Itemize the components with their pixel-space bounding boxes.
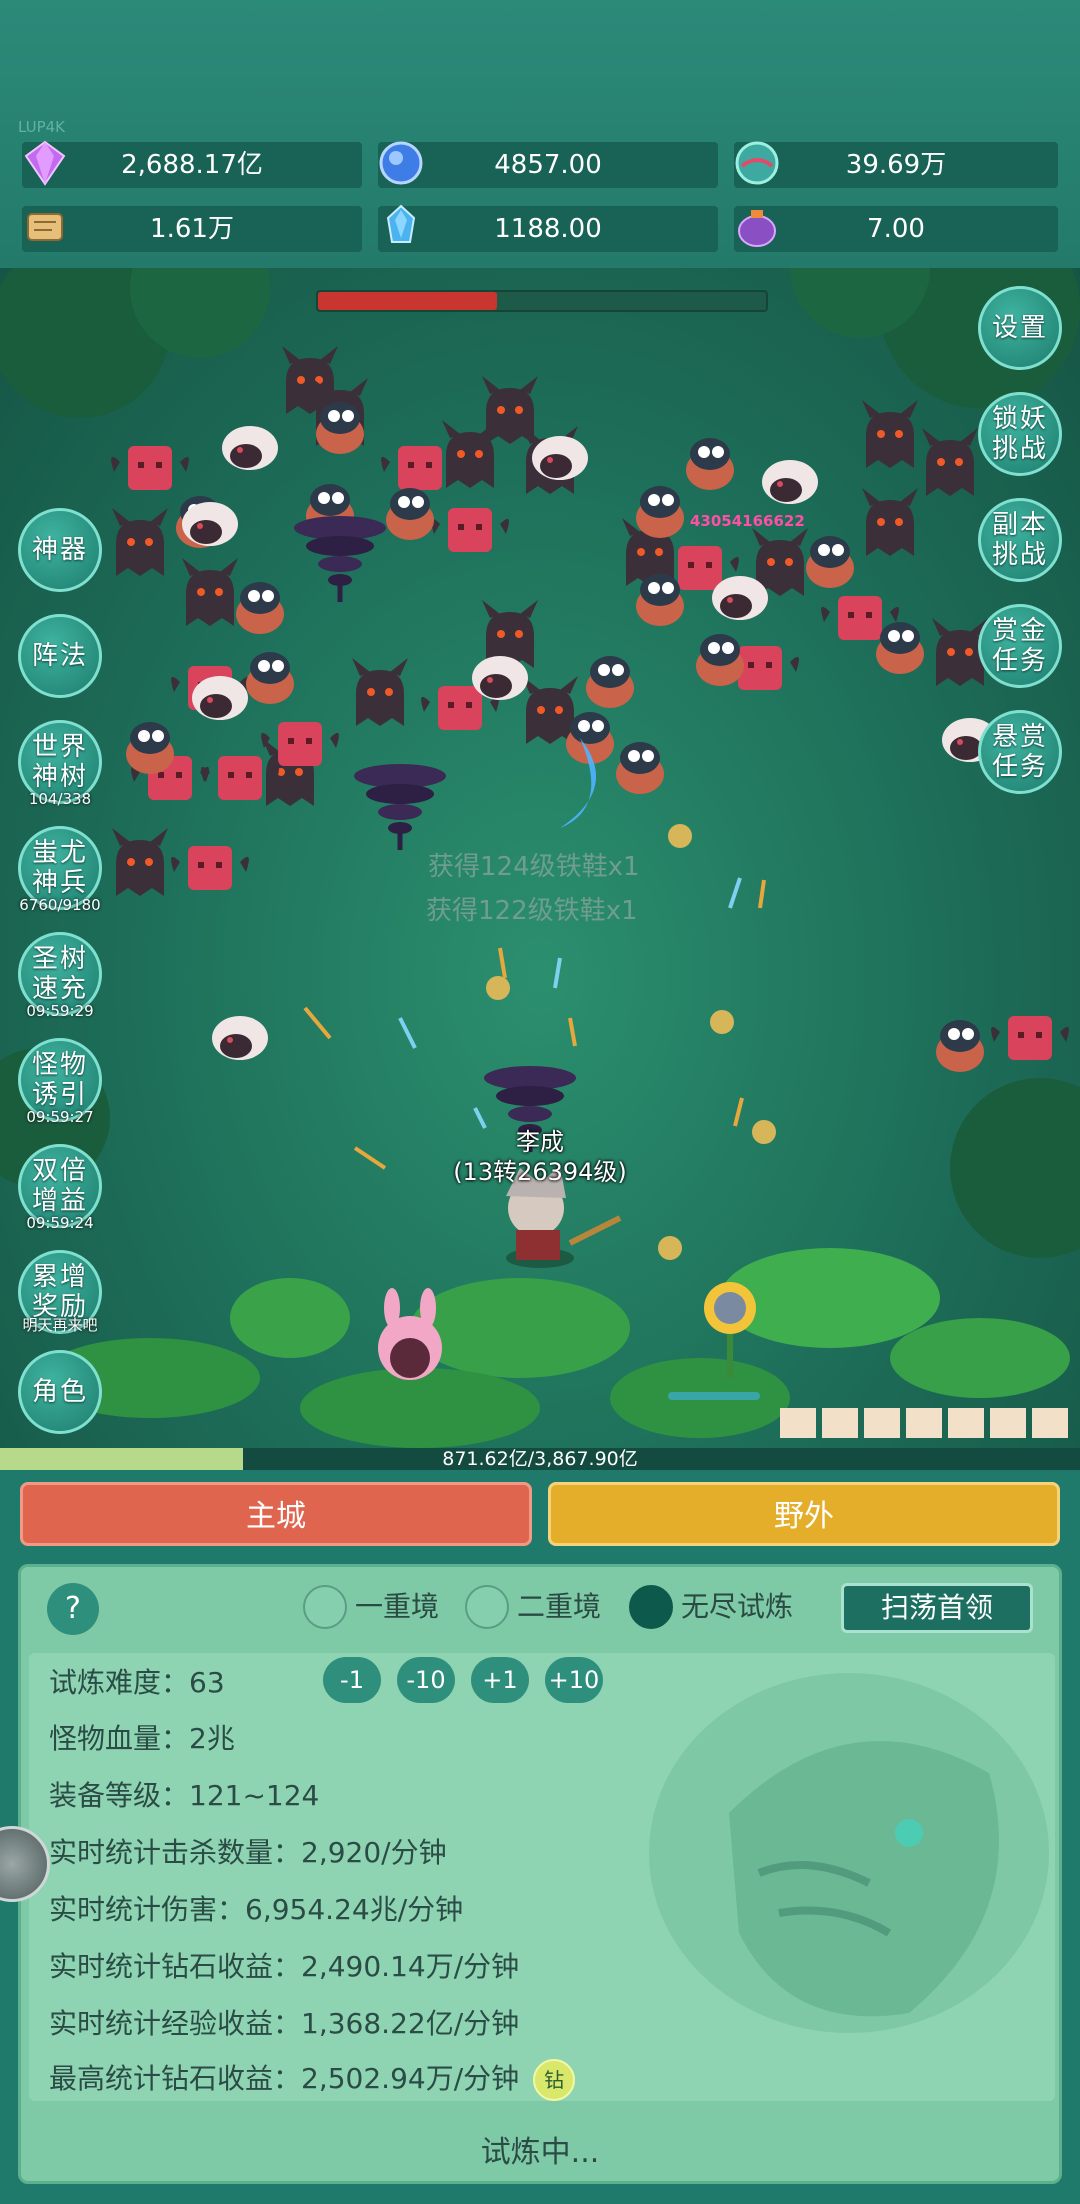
- help-button[interactable]: ?: [47, 1583, 99, 1635]
- formation-button[interactable]: 阵法: [18, 614, 102, 698]
- trial-status: 试炼中...: [480, 2135, 600, 2170]
- monster-lure-timer: 09:59:27: [26, 1108, 94, 1126]
- stat-label: 实时统计钻石收益：: [49, 1950, 302, 1983]
- dungeon-challenge-label: 副本挑战: [991, 510, 1048, 570]
- reward-task-button[interactable]: 悬赏任务: [978, 710, 1062, 794]
- difficulty-plus-10-button[interactable]: +10: [545, 1657, 603, 1703]
- watermark-tag: LUP4K: [18, 118, 66, 136]
- player-level: (13转26394级): [453, 1158, 627, 1186]
- stat-row: 装备等级：121~124: [49, 1774, 319, 1814]
- stats-area: 试炼难度：63 -1 -10 +1 +10 怪物血量：2兆 装备等级：121~1…: [29, 1653, 1055, 2101]
- world-tree-progress: 104/338: [28, 790, 92, 808]
- settings-button[interactable]: 设置: [978, 286, 1062, 370]
- stat-row: 怪物血量：2兆: [49, 1717, 235, 1757]
- resource-green-orb: 39.69万: [734, 141, 1058, 188]
- resource-value: 2,688.17亿: [121, 150, 263, 180]
- difficulty-value: 63: [189, 1666, 225, 1699]
- double-buff-label: 双倍增益: [31, 1156, 88, 1216]
- stat-value: 2,920/分钟: [301, 1836, 447, 1869]
- resource-value: 1.61万: [150, 214, 234, 244]
- sweep-boss-button[interactable]: 扫荡首领: [841, 1583, 1033, 1633]
- stat-value: 2,502.94万/分钟: [301, 2062, 520, 2095]
- mode-label: 二重境: [517, 1590, 602, 1623]
- stat-value: 2兆: [189, 1722, 235, 1755]
- experience-text: 871.62亿/3,867.90亿: [442, 1448, 638, 1470]
- stat-row: 实时统计击杀数量：2,920/分钟: [49, 1831, 447, 1871]
- stat-value: 1,368.22亿/分钟: [301, 2007, 520, 2040]
- stat-row: 实时统计伤害：6,954.24兆/分钟: [49, 1888, 463, 1928]
- difficulty-minus-10-button[interactable]: -10: [397, 1657, 455, 1703]
- loot-message: 获得124级铁鞋x1: [428, 852, 640, 882]
- resource-blue-crystal: 4857.00: [378, 141, 718, 188]
- resource-value: 39.69万: [845, 150, 947, 180]
- pet-bunny: [378, 1288, 442, 1380]
- stat-row: 最高统计钻石收益：2,502.94万/分钟钻: [49, 2057, 576, 2101]
- tree-recharge-timer: 09:59:29: [26, 1002, 94, 1020]
- world-tree-label: 世界神树: [31, 732, 88, 792]
- wild-button[interactable]: 野外: [548, 1482, 1060, 1546]
- resource-value: 7.00: [867, 214, 925, 244]
- bounty-task-button[interactable]: 赏金任务: [978, 604, 1062, 688]
- stat-label: 装备等级：: [49, 1779, 190, 1812]
- battle-field: 43054166622 获得124级铁鞋x1 获得122级铁鞋x1 李成 (13…: [0, 268, 1080, 1448]
- stat-row: 实时统计经验收益：1,368.22亿/分钟: [49, 2002, 519, 2042]
- experience-bar: 871.62亿/3,867.90亿: [0, 1448, 1080, 1470]
- double-buff-timer: 09:59:24: [26, 1214, 94, 1232]
- stat-row: 实时统计钻石收益：2,490.14万/分钟: [49, 1945, 519, 1985]
- diamond-badge-icon[interactable]: 钻: [533, 2059, 576, 2101]
- stat-label: 实时统计击杀数量：: [49, 1836, 302, 1869]
- stat-label: 最高统计钻石收益：: [49, 2062, 302, 2095]
- loot-message: 获得122级铁鞋x1: [426, 896, 638, 926]
- radio-dot: [303, 1585, 347, 1629]
- radio-dot: [465, 1585, 509, 1629]
- tree-recharge-label: 圣树速充: [31, 944, 88, 1004]
- demon-lock-label: 锁妖挑战: [991, 404, 1048, 464]
- cumulative-reward-status: 明天再来吧: [22, 1316, 98, 1334]
- difficulty-minus-1-button[interactable]: -1: [323, 1657, 381, 1703]
- main-city-button[interactable]: 主城: [20, 1482, 532, 1546]
- skill-icons: [780, 1408, 1068, 1438]
- stat-value: 6,954.24兆/分钟: [245, 1893, 464, 1926]
- stat-label: 实时统计经验收益：: [49, 2007, 302, 2040]
- mode-label: 无尽试炼: [681, 1590, 794, 1623]
- bounty-task-label: 赏金任务: [991, 616, 1048, 676]
- stat-label: 实时统计伤害：: [49, 1893, 246, 1926]
- chiyou-weapon-progress: 6760/9180: [19, 896, 101, 914]
- resource-value: 1188.00: [494, 214, 602, 244]
- radio-dot: [629, 1585, 673, 1629]
- dungeon-challenge-button[interactable]: 副本挑战: [978, 498, 1062, 582]
- difficulty-plus-1-button[interactable]: +1: [471, 1657, 529, 1703]
- monster-lure-label: 怪物诱引: [31, 1050, 88, 1110]
- resource-purple-pouch: 7.00: [734, 206, 1058, 252]
- lower-section: 主城 野外 ? 一重境 二重境 无尽试炼 扫荡首领 试炼难度：63 -1 -10…: [0, 1470, 1080, 2204]
- tiger-watermark: [649, 1673, 1049, 2033]
- damage-number: 43054166622: [690, 512, 805, 530]
- reward-task-label: 悬赏任务: [991, 722, 1048, 782]
- artifact-button[interactable]: 神器: [18, 508, 102, 592]
- stat-label: 怪物血量：: [49, 1722, 190, 1755]
- difficulty-label: 试炼难度：: [49, 1666, 190, 1699]
- chiyou-weapon-label: 蚩尤神兵: [31, 838, 88, 898]
- resource-diamond: 2,688.17亿: [22, 140, 362, 188]
- trial-panel: ? 一重境 二重境 无尽试炼 扫荡首领 试炼难度：63 -1 -10 +1 +1…: [18, 1564, 1062, 2184]
- pet-sunflower: [704, 1282, 756, 1378]
- stat-value: 2,490.14万/分钟: [301, 1950, 520, 1983]
- resource-bar: LUP4K 2,688.17亿 4857.00 39.69万 1.61万 118…: [0, 0, 1080, 268]
- mode-label: 一重境: [355, 1590, 440, 1623]
- difficulty-row: 试炼难度：63: [49, 1661, 225, 1701]
- resource-scroll: 1.61万: [22, 206, 362, 252]
- resource-value: 4857.00: [494, 150, 602, 180]
- resource-ice-shard: 1188.00: [378, 204, 718, 252]
- cumulative-reward-label: 累增奖励: [31, 1262, 88, 1322]
- demon-lock-challenge-button[interactable]: 锁妖挑战: [978, 392, 1062, 476]
- character-button[interactable]: 角色: [18, 1350, 102, 1434]
- stat-value: 121~124: [189, 1779, 320, 1812]
